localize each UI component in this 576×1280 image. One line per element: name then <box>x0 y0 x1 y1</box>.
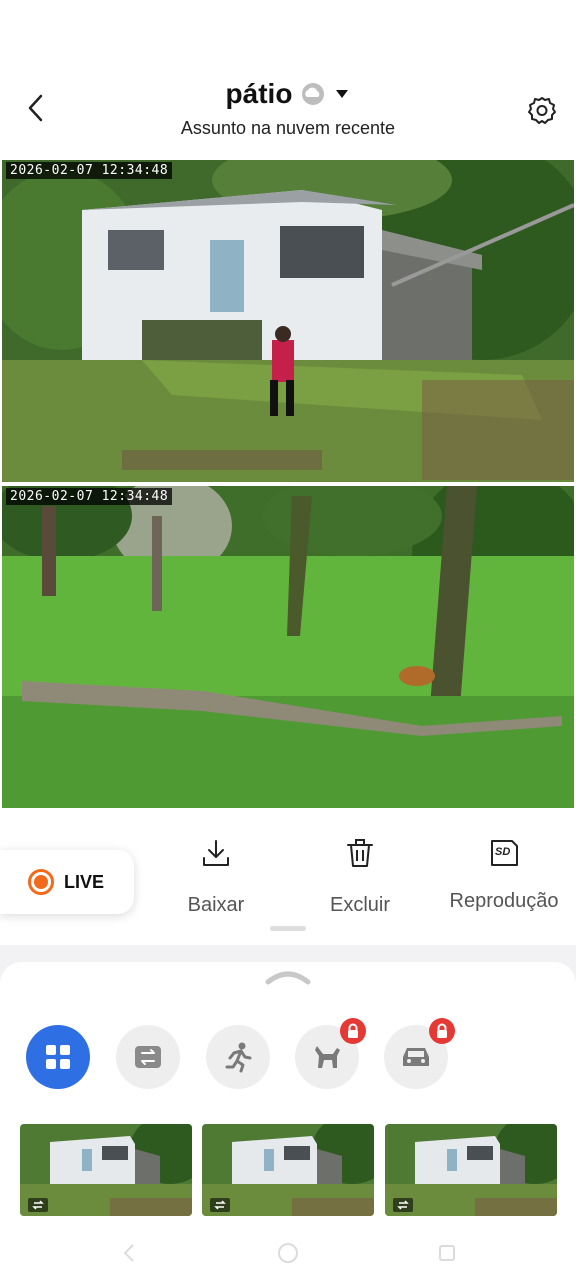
drag-handle[interactable] <box>270 926 306 931</box>
playback-label: Reprodução <box>449 890 559 912</box>
timestamp-overlay-2: 2026-02-07 12:34:48 <box>6 488 173 505</box>
sd-card-icon: SD <box>487 838 521 868</box>
sd-text: SD <box>495 846 511 858</box>
filter-motion-button[interactable] <box>116 1025 180 1089</box>
delete-button[interactable]: Excluir <box>295 838 425 928</box>
grid-icon <box>46 1045 70 1069</box>
gear-icon <box>528 97 556 124</box>
swap-icon <box>210 1198 230 1212</box>
nav-home-button[interactable] <box>273 1238 303 1268</box>
event-thumbnail-1[interactable] <box>20 1124 192 1216</box>
title-area: pátio <box>0 78 576 110</box>
chevron-up-icon[interactable] <box>264 968 312 986</box>
timestamp-overlay-1: 2026-02-07 12:34:48 <box>6 162 173 179</box>
playback-button[interactable]: SD Reprodução <box>439 838 569 928</box>
recents-icon <box>439 1245 455 1261</box>
events-panel <box>0 962 576 1280</box>
delete-label: Excluir <box>329 894 390 916</box>
filter-person-button[interactable] <box>206 1025 270 1089</box>
home-circle-icon <box>278 1243 298 1263</box>
filter-all-button[interactable] <box>26 1025 90 1089</box>
video-feed-2[interactable]: 2026-02-07 12:34:48 <box>2 486 574 808</box>
lock-icon <box>429 1018 455 1044</box>
page-title: pátio <box>225 78 293 109</box>
download-icon <box>203 840 229 866</box>
camera-image-1 <box>2 160 574 482</box>
lock-icon <box>340 1018 366 1044</box>
swap-icon <box>135 1046 161 1068</box>
caret-down-icon <box>336 90 349 98</box>
car-icon <box>403 1048 429 1066</box>
swap-icon <box>393 1198 413 1212</box>
settings-button[interactable] <box>522 90 562 130</box>
camera-image-2 <box>2 486 574 808</box>
pet-icon <box>315 1046 340 1068</box>
live-button[interactable]: LIVE <box>0 850 134 914</box>
live-label: LIVE <box>64 871 105 892</box>
download-label: Baixar <box>187 894 245 916</box>
trash-icon <box>347 839 373 867</box>
cloud-icon <box>302 83 325 105</box>
person-running-icon <box>225 1042 252 1073</box>
camera-selector[interactable]: pátio <box>226 78 351 110</box>
event-thumbnail-2[interactable] <box>202 1124 374 1216</box>
video-feed-1[interactable]: 2026-02-07 12:34:48 <box>2 160 574 482</box>
nav-recents-button[interactable] <box>432 1238 462 1268</box>
nav-back-button[interactable] <box>114 1238 144 1268</box>
page-subtitle: Assunto na nuvem recente <box>180 118 396 138</box>
live-record-icon <box>28 869 54 895</box>
chevron-left-icon <box>123 1244 134 1262</box>
swap-icon <box>28 1198 48 1212</box>
event-thumbnail-3[interactable] <box>385 1124 557 1216</box>
download-button[interactable]: Baixar <box>151 838 281 928</box>
